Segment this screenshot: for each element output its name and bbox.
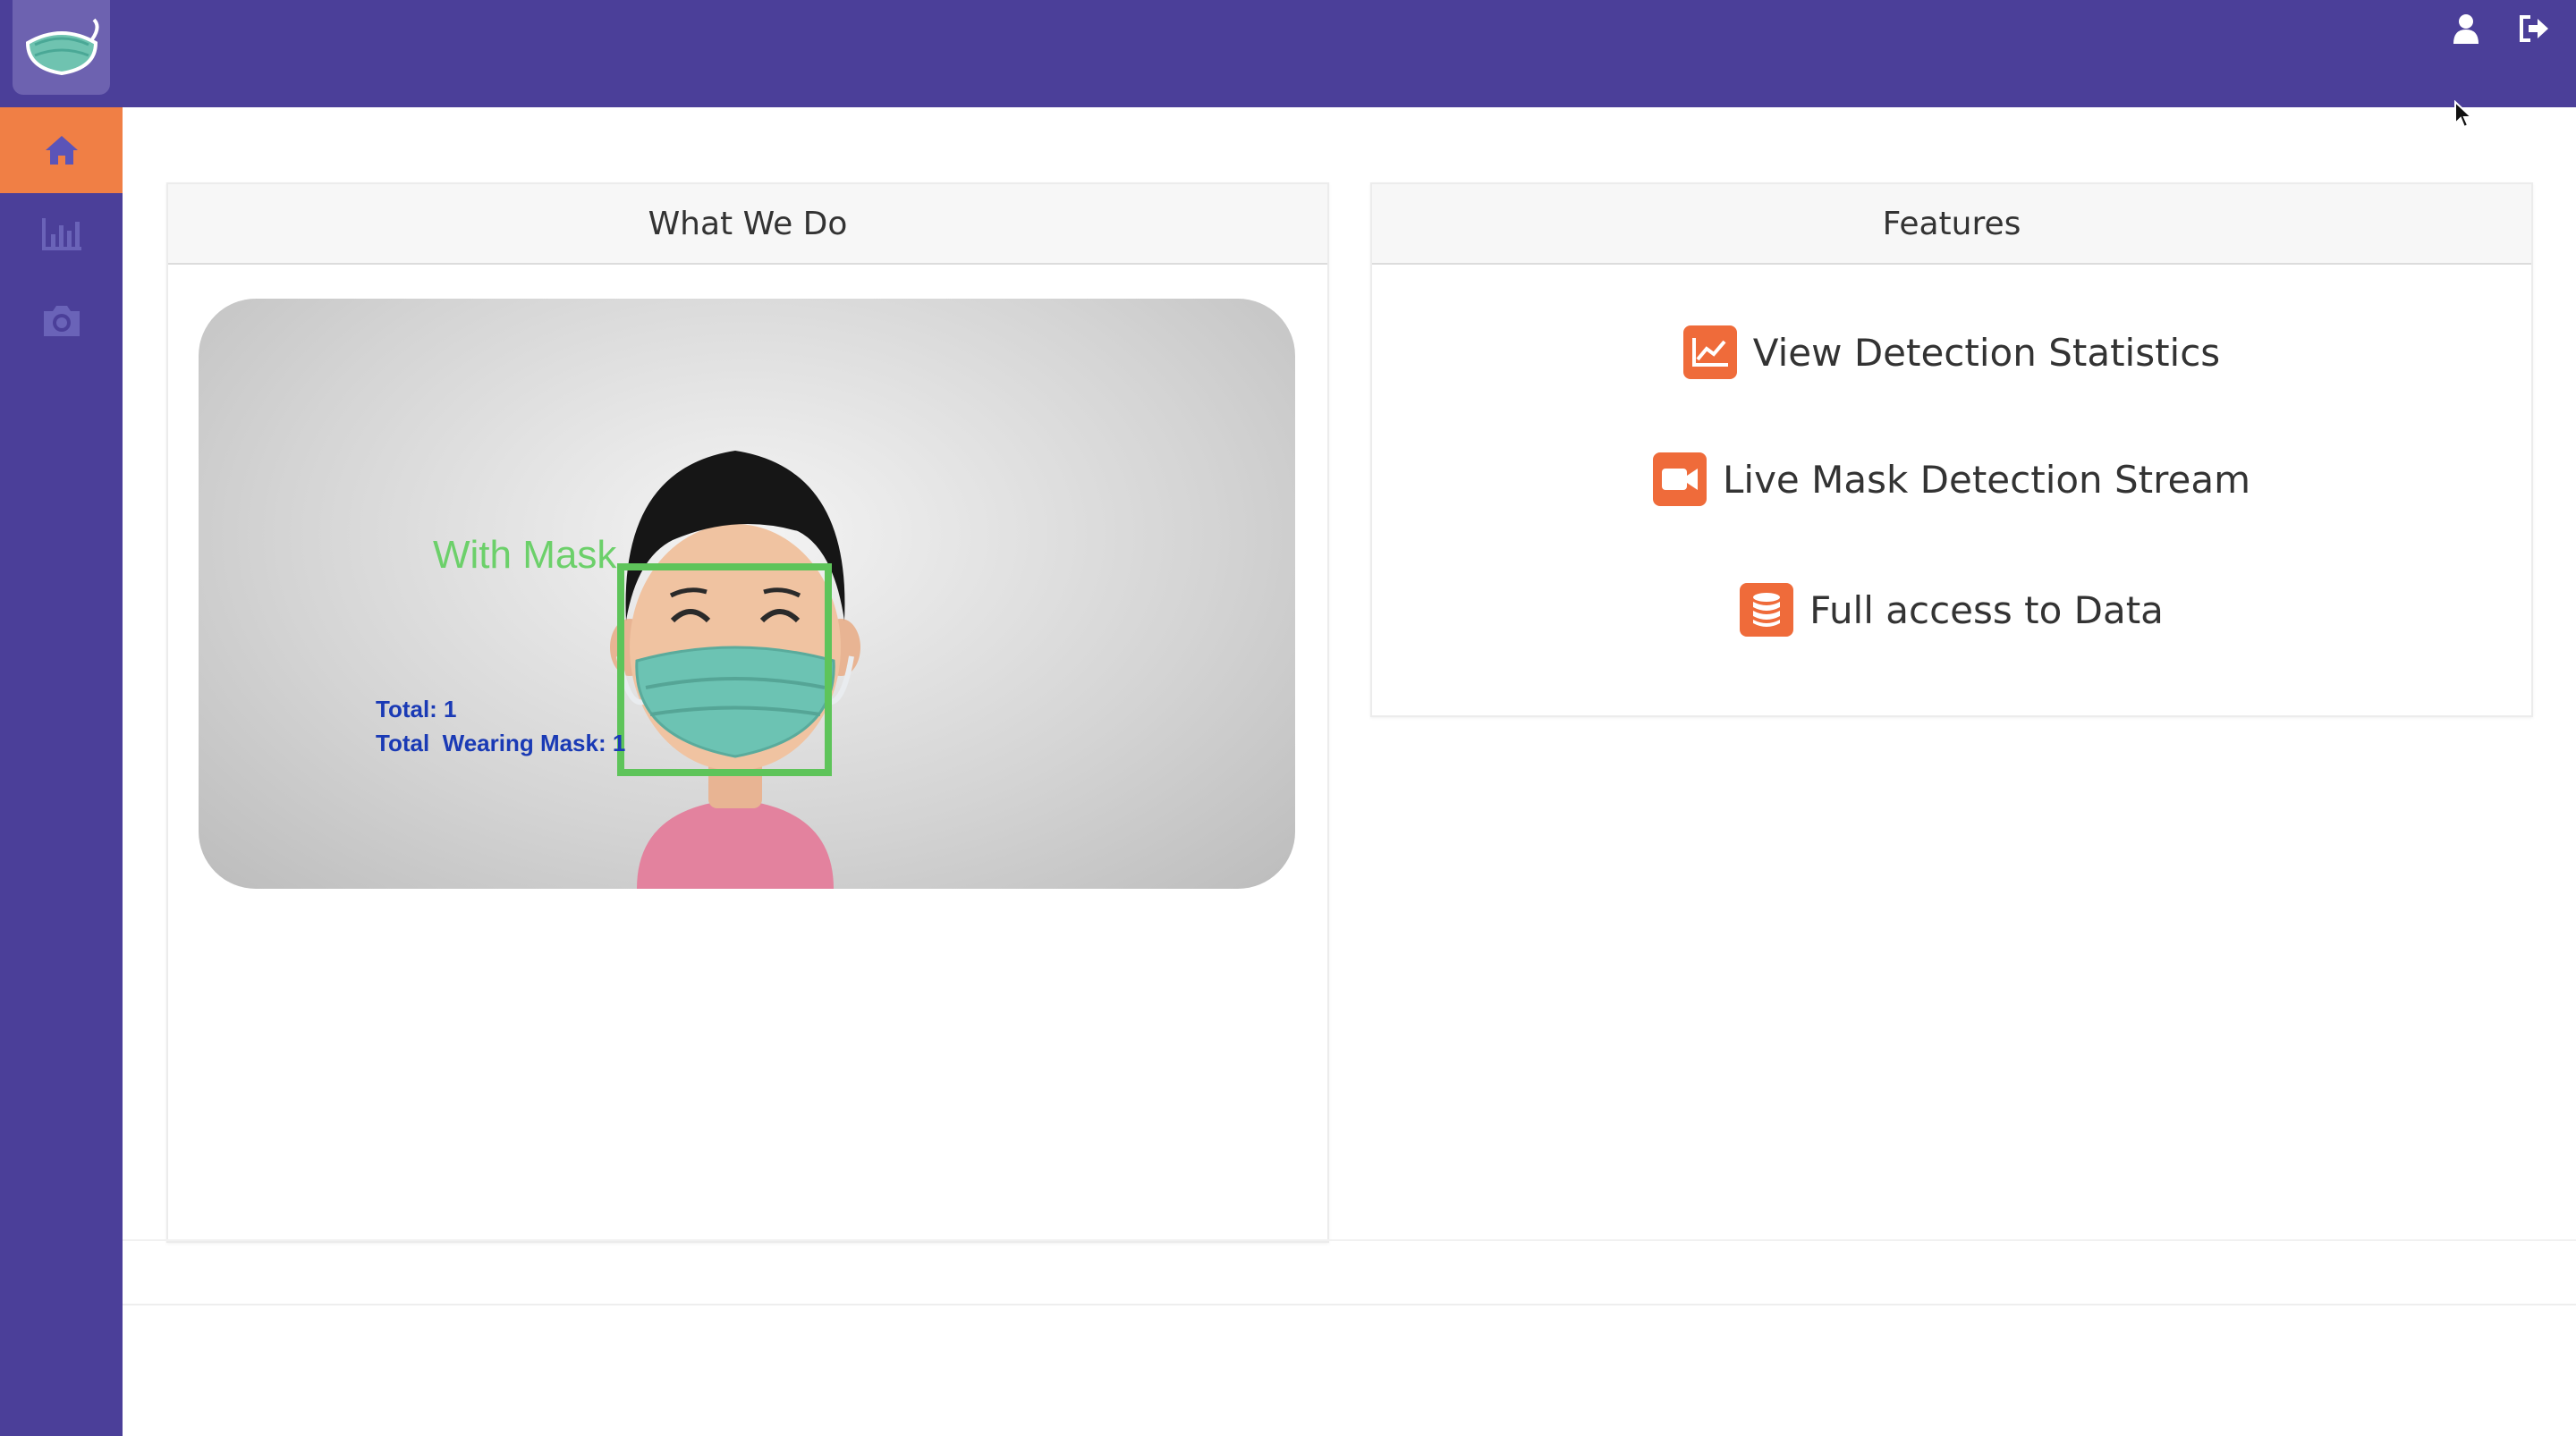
database-icon: [1740, 583, 1794, 637]
content-divider: [123, 1239, 2576, 1241]
total-wearing-mask-count: Total Wearing Mask: 1: [376, 730, 626, 756]
sidebar-item-home[interactable]: [0, 107, 123, 193]
features-title: Features: [1372, 184, 2531, 265]
total-count: Total: 1: [376, 696, 457, 722]
what-we-do-card: What We Do With Mask Total: 1 Total Wear…: [166, 182, 1329, 1243]
user-icon: [2453, 14, 2479, 44]
bar-chart-icon: [41, 218, 81, 250]
video-camera-icon: [1653, 452, 1707, 506]
sidebar-item-camera[interactable]: [0, 277, 123, 363]
home-icon: [45, 136, 78, 165]
feature-item-live-stream[interactable]: Live Mask Detection Stream: [1372, 452, 2531, 506]
detection-label: With Mask: [433, 533, 617, 577]
app-logo[interactable]: [13, 0, 110, 95]
mask-logo-icon: [25, 18, 98, 76]
footer-divider: [123, 1304, 2576, 1305]
what-we-do-title: What We Do: [168, 184, 1327, 265]
camera-icon: [43, 306, 80, 336]
features-card: Features View Detection Statistics Live …: [1370, 182, 2533, 717]
top-bar: [123, 0, 2576, 107]
logout-button[interactable]: [2516, 11, 2552, 46]
feature-item-data-access[interactable]: Full access to Data: [1372, 583, 2531, 637]
feature-label: View Detection Statistics: [1752, 330, 2221, 375]
mouse-cursor-icon: [2454, 100, 2473, 129]
line-chart-icon: [1682, 325, 1737, 379]
user-button[interactable]: [2448, 11, 2484, 46]
sign-out-icon: [2520, 15, 2548, 42]
mask-detection-illustration: With Mask Total: 1 Total Wearing Mask: 1: [199, 299, 1295, 889]
masked-person-illustration: [610, 451, 860, 889]
sidebar: [0, 0, 123, 1436]
feature-item-statistics[interactable]: View Detection Statistics: [1372, 325, 2531, 379]
feature-label: Live Mask Detection Stream: [1723, 457, 2250, 502]
sidebar-item-statistics[interactable]: [0, 191, 123, 277]
feature-label: Full access to Data: [1809, 587, 2164, 632]
